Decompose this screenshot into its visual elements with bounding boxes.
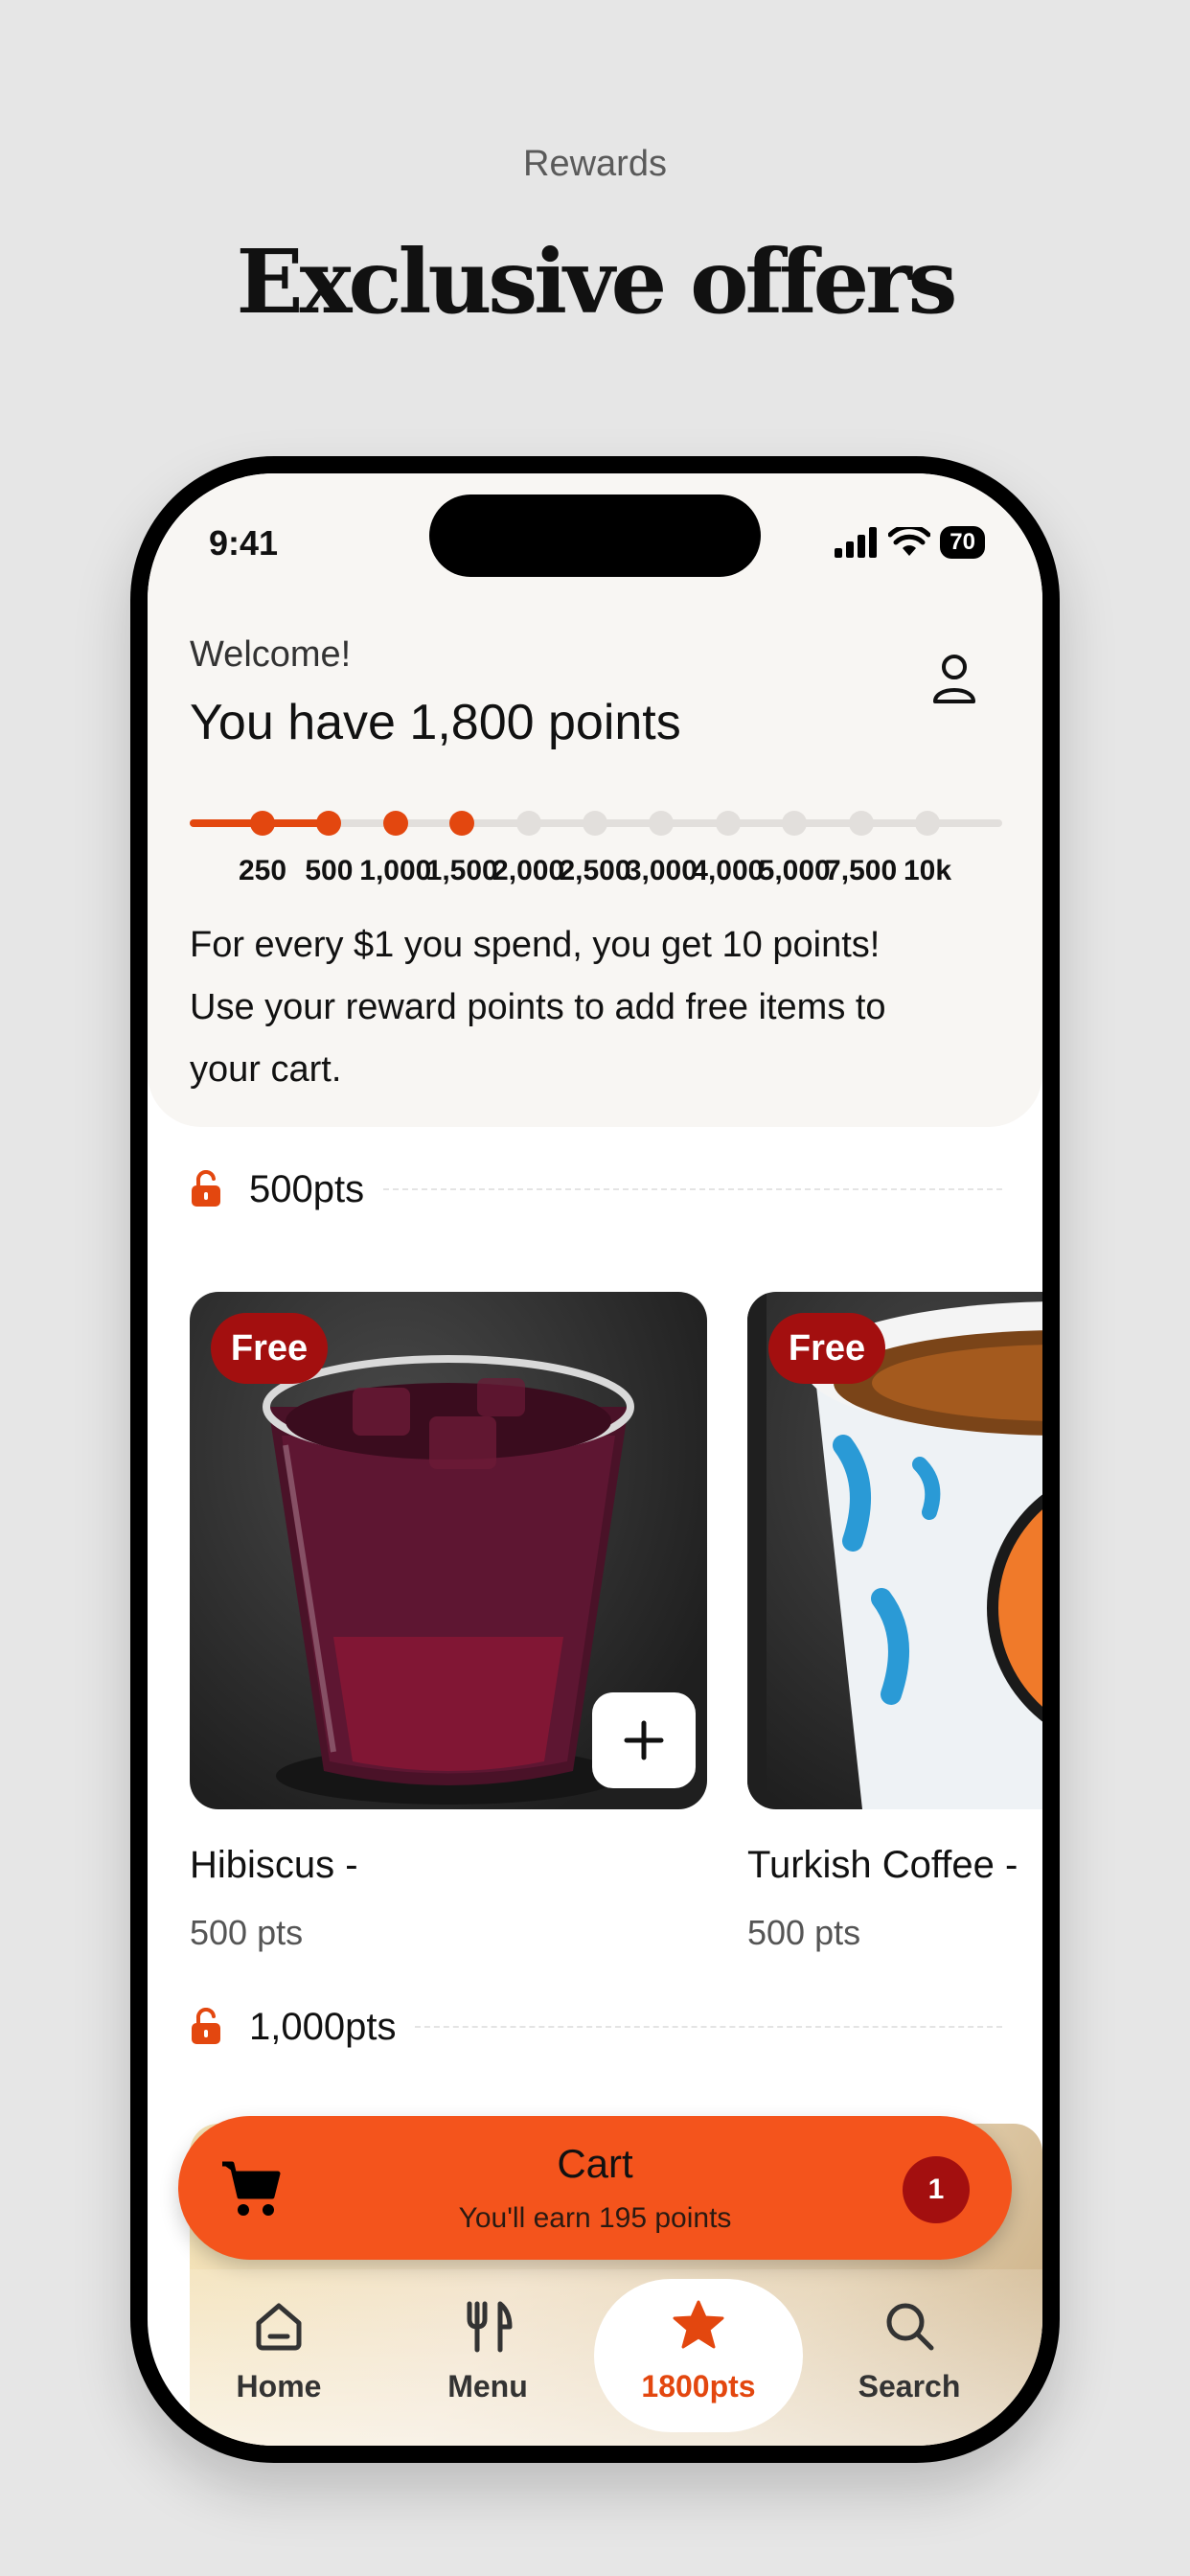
tab-label: Search bbox=[858, 2369, 961, 2404]
progress-tick-label: 3,000 bbox=[625, 855, 698, 886]
points-progress-bar bbox=[190, 809, 1002, 838]
progress-dot bbox=[715, 811, 741, 836]
progress-tick-label: 250 bbox=[238, 855, 287, 886]
free-badge: Free bbox=[768, 1313, 885, 1384]
item-name-hibiscus[interactable]: Hibiscus - bbox=[190, 1844, 358, 1887]
item-points-turkish-coffee: 500 pts bbox=[747, 1913, 861, 1952]
cart-count-badge: 1 bbox=[903, 2156, 970, 2223]
unlock-icon bbox=[192, 2008, 220, 2044]
item-name-turkish-coffee[interactable]: Turkish Coffee - bbox=[747, 1844, 1018, 1887]
section-header-500: 500pts bbox=[190, 1165, 1002, 1213]
tab-home[interactable]: Home bbox=[174, 2279, 383, 2432]
progress-dot bbox=[316, 811, 342, 836]
progress-tick-label: 10k bbox=[903, 855, 952, 886]
welcome-text: Welcome! bbox=[190, 634, 352, 675]
info-line-1: For every $1 you spend, you get 10 point… bbox=[190, 925, 881, 965]
battery-indicator: 70 bbox=[940, 526, 985, 559]
status-time: 9:41 bbox=[209, 523, 279, 563]
tab-search[interactable]: Search bbox=[805, 2279, 1014, 2432]
progress-dot bbox=[915, 811, 940, 836]
progress-dot bbox=[250, 811, 275, 836]
item-points-hibiscus: 500 pts bbox=[190, 1913, 304, 1952]
cart-earn-points: You'll earn 195 points bbox=[458, 2202, 732, 2234]
status-icons: 70 bbox=[835, 523, 985, 562]
progress-tick-label: 4,000 bbox=[692, 855, 765, 886]
wifi-icon bbox=[888, 527, 931, 556]
fork-knife-icon bbox=[467, 2301, 513, 2353]
section-label: 500pts bbox=[249, 1167, 365, 1210]
info-line-2: Use your reward points to add free items… bbox=[190, 987, 886, 1027]
cart-title: Cart bbox=[557, 2141, 633, 2186]
tab-label: 1800pts bbox=[641, 2369, 756, 2404]
points-balance: You have 1,800 points bbox=[190, 695, 681, 750]
progress-tick-label: 500 bbox=[305, 855, 354, 886]
plus-icon bbox=[624, 1720, 664, 1760]
progress-tick-label: 2,500 bbox=[559, 855, 631, 886]
section-divider bbox=[383, 1188, 1002, 1190]
unlock-icon bbox=[192, 1170, 220, 1207]
points-info: For every $1 you spend, you get 10 point… bbox=[190, 914, 1004, 1101]
progress-dot bbox=[649, 811, 675, 836]
signal-icon bbox=[835, 527, 878, 558]
section-label: 1,000pts bbox=[249, 2005, 397, 2048]
progress-dot bbox=[583, 811, 607, 836]
tab-label: Home bbox=[236, 2369, 322, 2404]
progress-tick-label: 1,500 bbox=[425, 855, 498, 886]
progress-dot bbox=[515, 811, 541, 836]
dynamic-island bbox=[429, 494, 761, 577]
reward-item-card-turkish-coffee[interactable]: Free bbox=[747, 1292, 1042, 1809]
info-line-3: your cart. bbox=[190, 1049, 342, 1090]
rewards-header-card: 9:41 70 Welcome! You have 1,800 points 2… bbox=[148, 473, 1042, 1127]
progress-dot bbox=[782, 811, 808, 836]
progress-tick-label: 5,000 bbox=[758, 855, 831, 886]
progress-dot bbox=[382, 811, 408, 836]
cart-button[interactable]: Cart You'll earn 195 points 1 bbox=[178, 2116, 1012, 2260]
phone-frame: 9:41 70 Welcome! You have 1,800 points 2… bbox=[130, 456, 1060, 2463]
search-icon bbox=[886, 2303, 934, 2351]
section-header-1000: 1,000pts bbox=[190, 2003, 1002, 2051]
progress-tick-label: 1,000 bbox=[359, 855, 432, 886]
progress-dot bbox=[848, 811, 874, 836]
reward-item-card-hibiscus[interactable]: Free bbox=[190, 1292, 707, 1809]
progress-dot bbox=[449, 811, 475, 836]
free-badge: Free bbox=[211, 1313, 328, 1384]
star-icon bbox=[673, 2300, 724, 2349]
section-divider bbox=[415, 2026, 1002, 2028]
progress-tick-label: 7,500 bbox=[825, 855, 898, 886]
tab-rewards[interactable]: 1800pts bbox=[594, 2279, 803, 2432]
add-to-cart-button[interactable] bbox=[592, 1692, 696, 1788]
bottom-tab-bar: Home Menu 1800pts Search bbox=[148, 2269, 1042, 2446]
top-label: Rewards bbox=[523, 144, 667, 184]
user-profile-icon[interactable] bbox=[926, 650, 983, 707]
tab-label: Menu bbox=[447, 2369, 528, 2404]
progress-tick-labels: 250 500 1,000 1,500 2,000 2,500 3,000 4,000 5,00… bbox=[190, 855, 1002, 893]
progress-tick-label: 2,000 bbox=[492, 855, 565, 886]
home-icon bbox=[256, 2303, 302, 2351]
page-headline: Exclusive offers bbox=[236, 230, 958, 334]
tab-menu[interactable]: Menu bbox=[383, 2279, 592, 2432]
app-screen: 9:41 70 Welcome! You have 1,800 points 2… bbox=[148, 473, 1042, 2446]
